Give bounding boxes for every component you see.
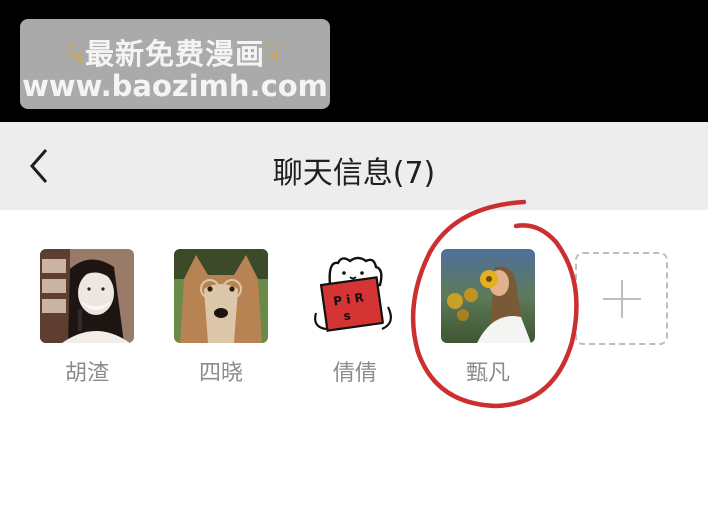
avatar[interactable] (174, 249, 268, 343)
pointing-hand-icon: ☟ (66, 37, 85, 71)
page-title: 聊天信息(7) (272, 156, 436, 191)
member-name: 倩倩 (332, 361, 377, 386)
cartoon-bear-reading-avatar-image: P i R s (308, 249, 402, 343)
girl-with-sunflower-avatar-image (441, 249, 535, 343)
watermark: ☟最新免费漫画☟ www.baozimh.com (20, 19, 330, 109)
watermark-line1: ☟最新免费漫画☟ (20, 31, 330, 73)
avatar[interactable]: P i R s (308, 249, 402, 343)
add-member-button[interactable] (575, 252, 668, 345)
avatar[interactable] (40, 249, 134, 343)
member-grid: 胡渣 四晓 P i R s 倩倩 甄凡 (0, 210, 708, 527)
pointing-hand-icon: ☟ (265, 37, 284, 71)
member-name: 甄凡 (465, 361, 510, 386)
member-name: 四晓 (198, 361, 243, 386)
chat-info-header: 聊天信息(7) (0, 122, 708, 210)
avatar[interactable] (441, 249, 535, 343)
watermark-text: 最新免费漫画 (84, 37, 265, 71)
member-name: 胡渣 (64, 361, 109, 386)
plus-icon (621, 280, 623, 318)
dog-with-glasses-avatar-image (174, 249, 268, 343)
watermark-url: www.baozimh.com (22, 69, 328, 103)
manga-woman-avatar-image (40, 249, 134, 343)
